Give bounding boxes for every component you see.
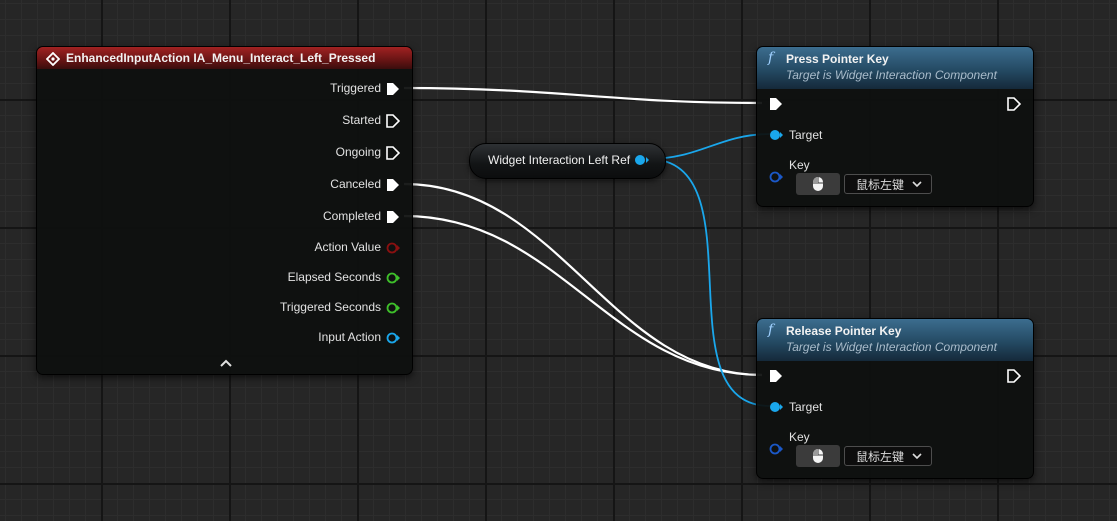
exec-wire-completed[interactable] [403,214,763,377]
exec-wire-triggered[interactable] [403,86,763,105]
key-selector: 鼠标左键 [796,173,932,195]
target-pin-label: Target [789,128,823,142]
output-pin-action-value[interactable] [386,241,400,255]
output-pin-started[interactable] [386,114,400,128]
exec-output-pin[interactable] [1007,97,1021,111]
object-output-pin[interactable] [634,154,650,166]
release-node-subtitle: Target is Widget Interaction Component [786,340,997,354]
event-node-title: EnhancedInputAction IA_Menu_Interact_Lef… [66,51,376,65]
release-node-title: Release Pointer Key [786,324,902,338]
press-node-subtitle: Target is Widget Interaction Component [786,68,997,82]
enhanced-input-action-node[interactable]: EnhancedInputAction IA_Menu_Interact_Lef… [36,46,413,375]
key-dropdown-value: 鼠标左键 [856,177,905,192]
key-selector: 鼠标左键 [796,445,932,467]
variable-label: Widget Interaction Left Ref [488,153,631,167]
target-wire-press[interactable] [647,133,771,160]
output-pin-triggered[interactable] [386,82,400,96]
output-pin-label-action-value: Action Value [314,240,382,254]
target-wire-release[interactable] [647,158,771,407]
target-pin-label: Target [789,400,823,414]
output-pin-triggered-seconds[interactable] [386,301,400,315]
output-pin-label-canceled: Canceled [330,177,381,191]
chevron-down-icon [912,452,922,460]
graph-canvas[interactable]: EnhancedInputAction IA_Menu_Interact_Lef… [0,0,1117,521]
output-pin-completed[interactable] [386,210,400,224]
chevron-down-icon [912,180,922,188]
widget-interaction-left-ref-node[interactable]: Widget Interaction Left Ref [469,143,666,179]
mouse-key-capture-button[interactable] [796,445,840,467]
function-icon: f [768,322,774,338]
target-input-pin[interactable] [769,401,783,413]
key-dropdown[interactable]: 鼠标左键 [844,174,932,194]
exec-input-pin[interactable] [769,97,783,111]
key-input-pin[interactable] [769,171,783,183]
key-dropdown-value: 鼠标左键 [856,449,905,464]
mouse-icon [813,449,823,463]
output-pin-ongoing[interactable] [386,146,400,160]
output-pin-label-elapsed-seconds: Elapsed Seconds [287,270,381,284]
mouse-icon [813,177,823,191]
output-pin-input-action[interactable] [386,331,400,345]
key-pin-label: Key [789,430,810,444]
output-pin-elapsed-seconds[interactable] [386,271,400,285]
key-pin-label: Key [789,158,810,172]
exec-wire-canceled[interactable] [403,182,763,377]
output-pin-label-ongoing: Ongoing [335,145,381,159]
chevron-up-icon[interactable] [219,358,233,368]
function-icon: f [768,50,774,66]
output-pin-canceled[interactable] [386,178,400,192]
exec-input-pin[interactable] [769,369,783,383]
exec-output-pin[interactable] [1007,369,1021,383]
output-pin-label-started: Started [342,113,381,127]
output-pin-label-input-action: Input Action [318,330,381,344]
key-dropdown[interactable]: 鼠标左键 [844,446,932,466]
output-pin-label-triggered: Triggered [330,81,381,95]
press-node-title: Press Pointer Key [786,52,889,66]
output-pin-label-triggered-seconds: Triggered Seconds [280,300,381,314]
event-diamond-icon [46,52,60,66]
key-input-pin[interactable] [769,443,783,455]
release-pointer-key-node[interactable]: f Release Pointer Key Target is Widget I… [756,318,1034,479]
mouse-key-capture-button[interactable] [796,173,840,195]
output-pin-label-completed: Completed [322,209,381,223]
target-input-pin[interactable] [769,129,783,141]
press-pointer-key-node[interactable]: f Press Pointer Key Target is Widget Int… [756,46,1034,207]
